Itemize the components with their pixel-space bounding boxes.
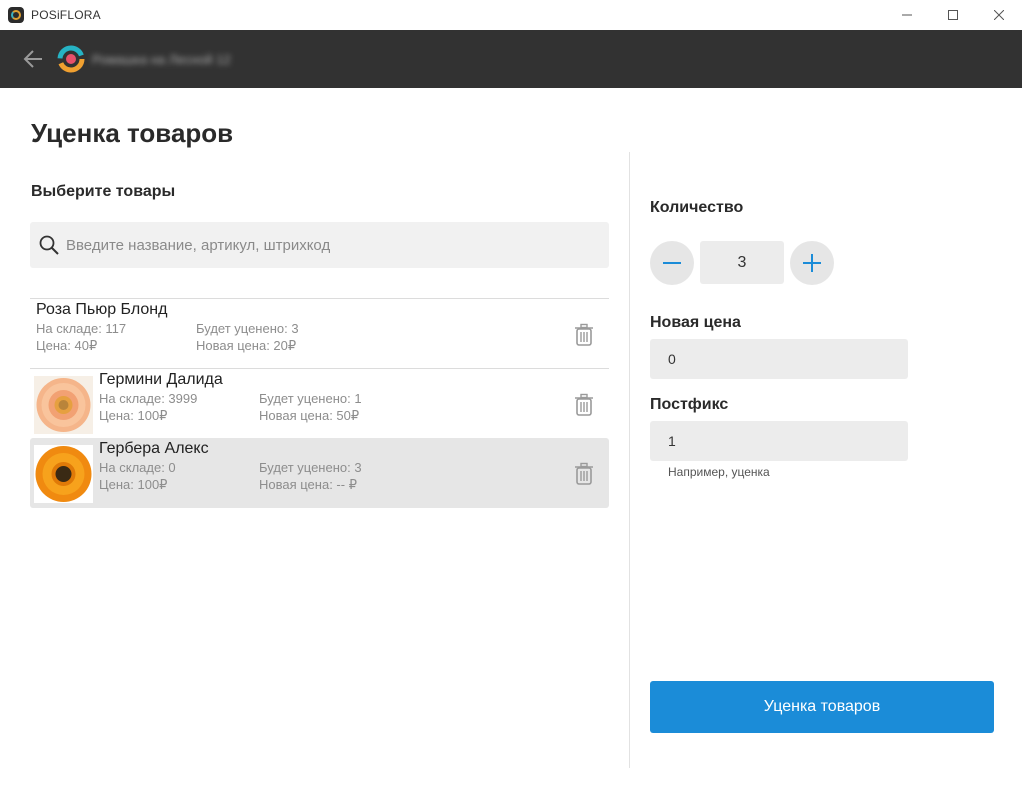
- app-header: Ромашка на Лесной 12: [0, 30, 1022, 88]
- product-name: Гермини Далида: [99, 371, 223, 388]
- back-button[interactable]: [18, 44, 48, 74]
- postfix-label: Постфикс: [650, 396, 729, 413]
- quantity-label: Количество: [650, 199, 744, 216]
- product-name: Гербера Алекс: [99, 440, 209, 457]
- product-stock-price: На складе: 3999 Цена: 100₽: [99, 390, 197, 424]
- product-markdown-qty: Будет уценено: 3: [196, 321, 299, 336]
- minimize-button[interactable]: [884, 0, 930, 30]
- trash-icon[interactable]: [573, 393, 595, 417]
- product-stock: На складе: 3999: [99, 391, 198, 406]
- store-name[interactable]: Ромашка на Лесной 12: [92, 52, 231, 67]
- search-input[interactable]: [66, 236, 586, 254]
- search-box[interactable]: [30, 222, 609, 268]
- product-stock: На складе: 117: [36, 321, 127, 336]
- postfix-field[interactable]: 1: [650, 421, 908, 461]
- product-price: Цена: 100₽: [99, 477, 168, 492]
- window-controls: [884, 0, 1022, 30]
- product-markdown-info: Будет уценено: 3 Новая цена: -- ₽: [259, 459, 362, 493]
- plus-icon: [803, 254, 821, 272]
- page-title: Уценка товаров: [31, 118, 234, 148]
- product-markdown-qty: Будет уценено: 1: [259, 391, 362, 406]
- posiflora-logo-icon: [56, 44, 86, 74]
- maximize-button[interactable]: [930, 0, 976, 30]
- product-name: Роза Пьюр Блонд: [36, 301, 168, 318]
- window-titlebar: POSiFLORA: [0, 0, 1022, 30]
- product-stock: На складе: 0: [99, 460, 176, 475]
- trash-icon[interactable]: [573, 462, 595, 486]
- selected-products-list: Роза Пьюр Блонд На складе: 117 Цена: 40₽…: [30, 298, 609, 508]
- product-image-orange-gerbera: [34, 445, 93, 503]
- trash-icon[interactable]: [573, 323, 595, 347]
- list-item[interactable]: Роза Пьюр Блонд На складе: 117 Цена: 40₽…: [30, 298, 609, 368]
- product-markdown-qty: Будет уценено: 3: [259, 460, 362, 475]
- product-image-peach-gerbera: [34, 376, 93, 434]
- arrow-left-icon: [23, 50, 42, 68]
- panel-divider: [629, 152, 630, 768]
- section-title: Выберите товары: [31, 183, 176, 200]
- new-price-label: Новая цена: [650, 314, 741, 331]
- product-stock-price: На складе: 0 Цена: 100₽: [99, 459, 176, 493]
- markdown-submit-button[interactable]: Уценка товаров: [650, 681, 994, 733]
- product-price: Цена: 100₽: [99, 408, 168, 423]
- search-icon: [39, 235, 59, 255]
- list-item[interactable]: Гербера Алекс На складе: 0 Цена: 100₽ Бу…: [30, 438, 609, 508]
- minus-icon: [663, 262, 681, 264]
- quantity-value[interactable]: 3: [700, 241, 784, 284]
- window-title: POSiFLORA: [31, 8, 101, 22]
- product-new-price: Новая цена: 20₽: [196, 338, 297, 353]
- postfix-hint: Например, уценка: [668, 465, 770, 479]
- new-price-field[interactable]: 0: [650, 339, 908, 379]
- product-new-price: Новая цена: -- ₽: [259, 477, 357, 492]
- list-item[interactable]: Гермини Далида На складе: 3999 Цена: 100…: [30, 368, 609, 438]
- app-logo-icon: [8, 7, 24, 23]
- product-stock-price: На складе: 117 Цена: 40₽: [36, 320, 126, 354]
- increment-button[interactable]: [790, 241, 834, 285]
- close-window-button[interactable]: [976, 0, 1022, 30]
- decrement-button[interactable]: [650, 241, 694, 285]
- product-markdown-info: Будет уценено: 3 Новая цена: 20₽: [196, 320, 299, 354]
- product-markdown-info: Будет уценено: 1 Новая цена: 50₽: [259, 390, 362, 424]
- product-new-price: Новая цена: 50₽: [259, 408, 360, 423]
- product-price: Цена: 40₽: [36, 338, 98, 353]
